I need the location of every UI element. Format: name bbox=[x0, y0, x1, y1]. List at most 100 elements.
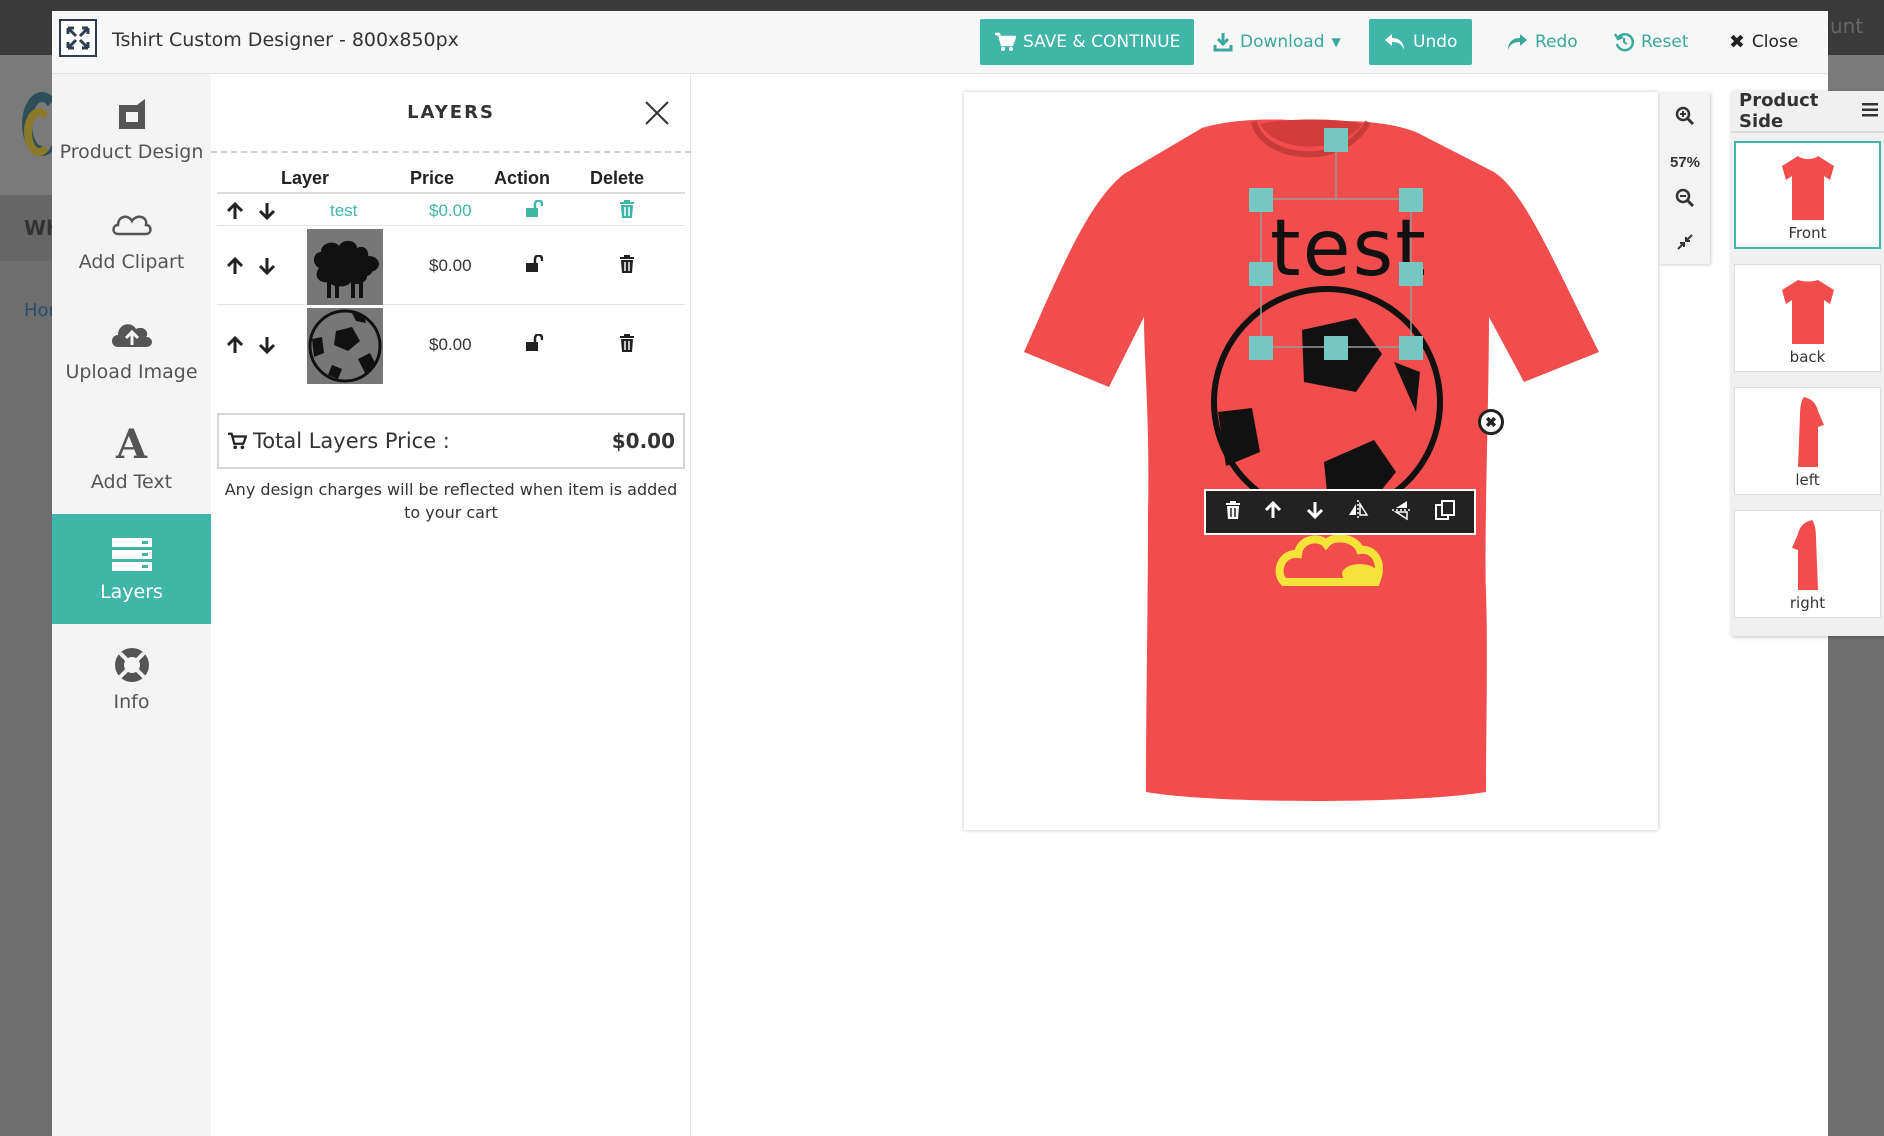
arrow-up-icon[interactable] bbox=[225, 256, 245, 276]
undo-icon bbox=[1385, 34, 1404, 50]
zoom-out-icon[interactable] bbox=[1660, 188, 1710, 208]
resize-handle-middle-left[interactable] bbox=[1249, 262, 1273, 286]
sidebar-item-label: Add Text bbox=[90, 471, 173, 493]
reset-label: Reset bbox=[1641, 32, 1689, 52]
bring-forward-icon[interactable] bbox=[1263, 500, 1283, 525]
zoom-level: 57% bbox=[1669, 154, 1701, 171]
tshirt-left-thumbnail bbox=[1797, 397, 1824, 467]
duplicate-icon[interactable] bbox=[1435, 499, 1455, 525]
chevron-down-icon: ▼ bbox=[1331, 35, 1341, 49]
trash-icon[interactable] bbox=[619, 255, 635, 278]
delete-object-icon[interactable] bbox=[1225, 500, 1241, 524]
arrow-up-icon[interactable] bbox=[225, 201, 245, 221]
resize-handle-middle-right[interactable] bbox=[1399, 262, 1423, 286]
redo-label: Redo bbox=[1535, 32, 1578, 52]
arrow-down-icon[interactable] bbox=[257, 201, 277, 221]
sidebar-item-upload-image[interactable]: Upload Image bbox=[52, 294, 211, 404]
column-header-action: Action bbox=[494, 168, 550, 188]
upload-cloud-icon bbox=[110, 315, 154, 355]
flip-vertical-icon[interactable] bbox=[1391, 499, 1413, 526]
resize-handle-bottom-left[interactable] bbox=[1249, 336, 1273, 360]
undo-button[interactable]: Undo bbox=[1369, 19, 1473, 65]
total-label: Total Layers Price : bbox=[253, 429, 450, 453]
design-stage: test ✖ 57% Product Side Front back left … bbox=[691, 74, 1884, 1136]
designer-title: Tshirt Custom Designer - 800x850px bbox=[112, 29, 459, 51]
column-header-layer: Layer bbox=[281, 168, 330, 188]
table-row[interactable]: $0.00 bbox=[217, 306, 685, 384]
redo-button[interactable]: Redo bbox=[1492, 19, 1592, 65]
layers-table-header: Layer Price Action Delete bbox=[217, 162, 685, 194]
sidebar-item-label: Info bbox=[113, 691, 150, 713]
product-side-panel: Product Side Front back left right bbox=[1731, 90, 1884, 636]
unlock-icon[interactable] bbox=[525, 199, 544, 223]
layer-thumbnail-sheep bbox=[307, 229, 383, 305]
product-side-back[interactable]: back bbox=[1734, 264, 1881, 372]
product-side-left[interactable]: left bbox=[1734, 387, 1881, 495]
object-toolbar bbox=[1204, 489, 1476, 535]
save-continue-label: SAVE & CONTINUE bbox=[1023, 32, 1181, 52]
reset-button[interactable]: Reset bbox=[1600, 19, 1703, 65]
rotate-handle[interactable] bbox=[1324, 128, 1348, 152]
unlock-icon[interactable] bbox=[525, 254, 544, 278]
redo-icon bbox=[1508, 34, 1527, 50]
resize-handle-top-left[interactable] bbox=[1249, 188, 1273, 212]
send-backward-icon[interactable] bbox=[1305, 500, 1325, 525]
column-header-price: Price bbox=[410, 168, 455, 188]
close-label: Close bbox=[1751, 32, 1799, 52]
side-label: left bbox=[1795, 471, 1820, 489]
tshirt-mockup bbox=[1024, 119, 1599, 802]
layers-panel: LAYERS Layer Price Action Delete test $0… bbox=[211, 74, 691, 1136]
designer-titlebar: Tshirt Custom Designer - 800x850px SAVE … bbox=[52, 11, 1828, 74]
design-charges-note: Any design charges will be reflected whe… bbox=[224, 480, 678, 522]
zoom-controls: 57% bbox=[1660, 92, 1710, 264]
download-label: Download bbox=[1240, 32, 1325, 52]
sidebar-item-add-text[interactable]: A Add Text bbox=[52, 404, 211, 514]
layer-price: $0.00 bbox=[429, 256, 472, 275]
trash-icon[interactable] bbox=[619, 200, 635, 223]
sidebar-item-label: Product Design bbox=[59, 141, 204, 163]
table-row[interactable]: $0.00 bbox=[217, 227, 685, 305]
layers-icon bbox=[111, 535, 152, 575]
unlock-icon[interactable] bbox=[525, 333, 544, 357]
clipart-icon bbox=[110, 205, 154, 245]
save-continue-button[interactable]: SAVE & CONTINUE bbox=[980, 19, 1195, 65]
flip-horizontal-icon[interactable] bbox=[1347, 499, 1369, 526]
sidebar-item-label: Layers bbox=[100, 581, 163, 603]
menu-icon[interactable] bbox=[1862, 101, 1878, 122]
close-button[interactable]: ✖ Close bbox=[1715, 19, 1812, 65]
side-label: back bbox=[1789, 348, 1826, 366]
background-account-text: unt bbox=[1830, 14, 1864, 38]
fit-screen-icon[interactable] bbox=[1660, 234, 1710, 250]
product-side-front[interactable]: Front bbox=[1734, 141, 1881, 249]
lifebuoy-icon bbox=[113, 645, 151, 685]
text-icon: A bbox=[115, 421, 148, 468]
zoom-in-icon[interactable] bbox=[1660, 106, 1710, 126]
arrow-up-icon[interactable] bbox=[225, 335, 245, 355]
sidebar-item-info[interactable]: Info bbox=[52, 624, 211, 734]
trash-icon[interactable] bbox=[619, 334, 635, 357]
remove-selection-icon[interactable]: ✖ bbox=[1478, 409, 1504, 435]
layers-panel-title: LAYERS bbox=[211, 74, 691, 153]
arrow-down-icon[interactable] bbox=[257, 256, 277, 276]
download-icon bbox=[1213, 33, 1233, 52]
layer-price: $0.00 bbox=[429, 335, 472, 354]
arrow-down-icon[interactable] bbox=[257, 335, 277, 355]
sidebar-item-layers[interactable]: Layers bbox=[52, 514, 221, 624]
designer-sidebar: Product Design Add Clipart Upload Image … bbox=[52, 74, 221, 1136]
resize-handle-top-right[interactable] bbox=[1399, 188, 1423, 212]
background-logo-inner bbox=[24, 108, 54, 156]
app-expand-icon[interactable] bbox=[59, 19, 97, 57]
download-button[interactable]: Download ▼ bbox=[1199, 19, 1355, 65]
total-value: $0.00 bbox=[611, 429, 675, 453]
table-row[interactable]: test $0.00 bbox=[217, 196, 685, 226]
resize-handle-bottom-middle[interactable] bbox=[1324, 336, 1348, 360]
layer-price: $0.00 bbox=[429, 201, 472, 220]
resize-handle-bottom-right[interactable] bbox=[1399, 336, 1423, 360]
close-icon[interactable] bbox=[642, 98, 672, 128]
product-side-right[interactable]: right bbox=[1734, 510, 1881, 618]
sidebar-item-add-clipart[interactable]: Add Clipart bbox=[52, 184, 211, 294]
design-canvas[interactable]: test ✖ bbox=[964, 92, 1658, 830]
designer-modal: Tshirt Custom Designer - 800x850px SAVE … bbox=[52, 11, 1884, 1136]
total-layers-price: Total Layers Price : $0.00 bbox=[217, 413, 685, 469]
sidebar-item-product-design[interactable]: Product Design bbox=[52, 74, 211, 184]
